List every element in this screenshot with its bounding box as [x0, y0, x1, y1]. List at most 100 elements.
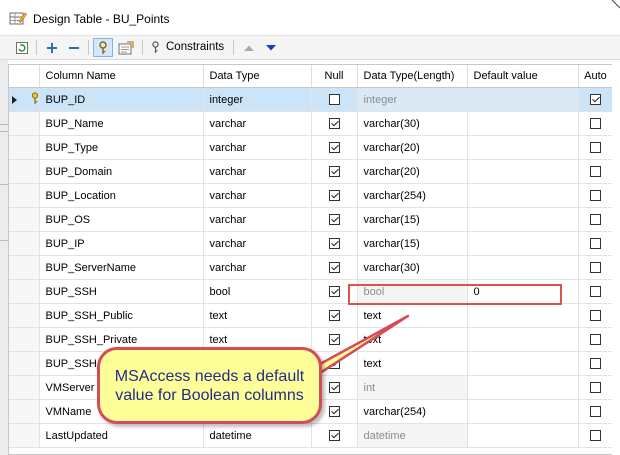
add-column-button[interactable] [42, 38, 62, 57]
auto-checkbox[interactable] [590, 430, 601, 442]
properties-button[interactable] [116, 38, 136, 57]
column-name-header[interactable]: Column Name [39, 65, 204, 88]
auto-checkbox[interactable] [590, 358, 601, 370]
data-type-length-cell[interactable]: varchar(15) [357, 231, 468, 256]
auto-checkbox[interactable] [590, 94, 601, 106]
auto-cell[interactable] [578, 207, 612, 232]
null-checkbox[interactable] [328, 286, 340, 298]
table-row[interactable]: BUP_Location varchar varchar(254) [9, 183, 612, 208]
auto-cell[interactable] [578, 111, 612, 136]
null-cell[interactable] [311, 87, 358, 112]
data-type-length-cell[interactable]: varchar(20) [357, 135, 468, 160]
default-value-cell[interactable] [467, 303, 579, 328]
null-cell[interactable] [311, 135, 358, 160]
auto-cell[interactable] [578, 279, 612, 304]
auto-checkbox[interactable] [590, 406, 601, 418]
primary-key-button[interactable] [93, 38, 113, 57]
column-name-cell[interactable]: BUP_Type [39, 135, 204, 160]
row-indicator[interactable] [9, 231, 40, 256]
column-name-cell[interactable]: BUP_Name [39, 111, 204, 136]
auto-header[interactable]: Auto [578, 65, 612, 88]
move-up-button[interactable] [239, 38, 259, 57]
row-indicator[interactable] [9, 423, 40, 448]
row-indicator[interactable] [9, 351, 40, 376]
null-checkbox[interactable] [328, 262, 340, 274]
auto-cell[interactable] [578, 135, 612, 160]
column-name-cell[interactable]: BUP_Domain [39, 159, 204, 184]
auto-cell[interactable] [578, 423, 612, 448]
auto-checkbox[interactable] [590, 238, 601, 250]
column-name-cell[interactable]: BUP_IP [39, 231, 204, 256]
null-checkbox[interactable] [328, 142, 340, 154]
null-cell[interactable] [311, 159, 358, 184]
null-checkbox[interactable] [328, 406, 340, 418]
row-indicator[interactable] [9, 303, 40, 328]
column-name-cell[interactable]: BUP_SSH [39, 279, 204, 304]
column-name-cell[interactable]: LastUpdated [39, 423, 204, 448]
default-value-cell[interactable] [467, 399, 579, 424]
default-value-cell[interactable] [467, 423, 579, 448]
default-value-cell[interactable] [467, 327, 579, 352]
null-cell[interactable] [311, 255, 358, 280]
auto-checkbox[interactable] [590, 382, 601, 394]
data-type-cell[interactable]: datetime [203, 423, 312, 448]
data-type-length-cell[interactable]: varchar(30) [357, 111, 468, 136]
null-cell[interactable] [311, 423, 358, 448]
column-name-cell[interactable]: BUP_ID [39, 87, 204, 112]
row-indicator[interactable] [9, 255, 40, 280]
data-type-cell[interactable]: varchar [203, 255, 312, 280]
auto-cell[interactable] [578, 87, 612, 112]
default-value-cell[interactable] [467, 183, 579, 208]
row-indicator[interactable] [9, 87, 40, 112]
data-type-cell[interactable]: varchar [203, 183, 312, 208]
null-checkbox[interactable] [328, 430, 340, 442]
column-name-cell[interactable]: BUP_OS [39, 207, 204, 232]
table-row[interactable]: BUP_ID integer integer [9, 87, 612, 112]
auto-cell[interactable] [578, 399, 612, 424]
null-checkbox[interactable] [328, 94, 340, 106]
default-value-cell[interactable] [467, 231, 579, 256]
row-indicator[interactable] [9, 183, 40, 208]
data-type-cell[interactable]: integer [203, 87, 312, 112]
table-row[interactable]: BUP_Name varchar varchar(30) [9, 111, 612, 136]
data-type-length-cell[interactable]: varchar(30) [357, 255, 468, 280]
null-cell[interactable] [311, 183, 358, 208]
constraints-button[interactable]: Constraints [166, 41, 224, 53]
data-type-length-cell[interactable]: integer [357, 87, 468, 112]
column-name-cell[interactable]: BUP_Location [39, 183, 204, 208]
move-down-button[interactable] [261, 38, 281, 57]
auto-checkbox[interactable] [590, 166, 601, 178]
null-cell[interactable] [311, 231, 358, 256]
null-checkbox[interactable] [328, 118, 340, 130]
remove-column-button[interactable] [64, 38, 84, 57]
row-indicator[interactable] [9, 399, 40, 424]
default-value-cell[interactable] [467, 111, 579, 136]
auto-checkbox[interactable] [590, 142, 601, 154]
auto-checkbox[interactable] [590, 334, 601, 346]
default-value-cell[interactable] [467, 375, 579, 400]
auto-checkbox[interactable] [590, 262, 601, 274]
data-type-length-cell[interactable]: varchar(254) [357, 399, 468, 424]
row-indicator[interactable] [9, 375, 40, 400]
row-indicator[interactable] [9, 135, 40, 160]
data-type-cell[interactable]: varchar [203, 135, 312, 160]
null-checkbox[interactable] [328, 166, 340, 178]
auto-cell[interactable] [578, 255, 612, 280]
default-value-cell[interactable] [467, 255, 579, 280]
table-row[interactable]: BUP_Type varchar varchar(20) [9, 135, 612, 160]
default-value-cell[interactable] [467, 351, 579, 376]
table-row[interactable]: BUP_OS varchar varchar(15) [9, 207, 612, 232]
default-value-cell[interactable] [467, 159, 579, 184]
table-row[interactable]: BUP_Domain varchar varchar(20) [9, 159, 612, 184]
data-type-cell[interactable]: bool [203, 279, 312, 304]
auto-cell[interactable] [578, 183, 612, 208]
auto-cell[interactable] [578, 375, 612, 400]
auto-cell[interactable] [578, 231, 612, 256]
data-type-length-cell[interactable]: varchar(15) [357, 207, 468, 232]
default-value-cell[interactable] [467, 87, 579, 112]
row-indicator[interactable] [9, 279, 40, 304]
column-name-cell[interactable]: BUP_SSH_Public [39, 303, 204, 328]
refresh-button[interactable] [12, 38, 32, 57]
row-indicator[interactable] [9, 159, 40, 184]
data-type-cell[interactable]: varchar [203, 207, 312, 232]
